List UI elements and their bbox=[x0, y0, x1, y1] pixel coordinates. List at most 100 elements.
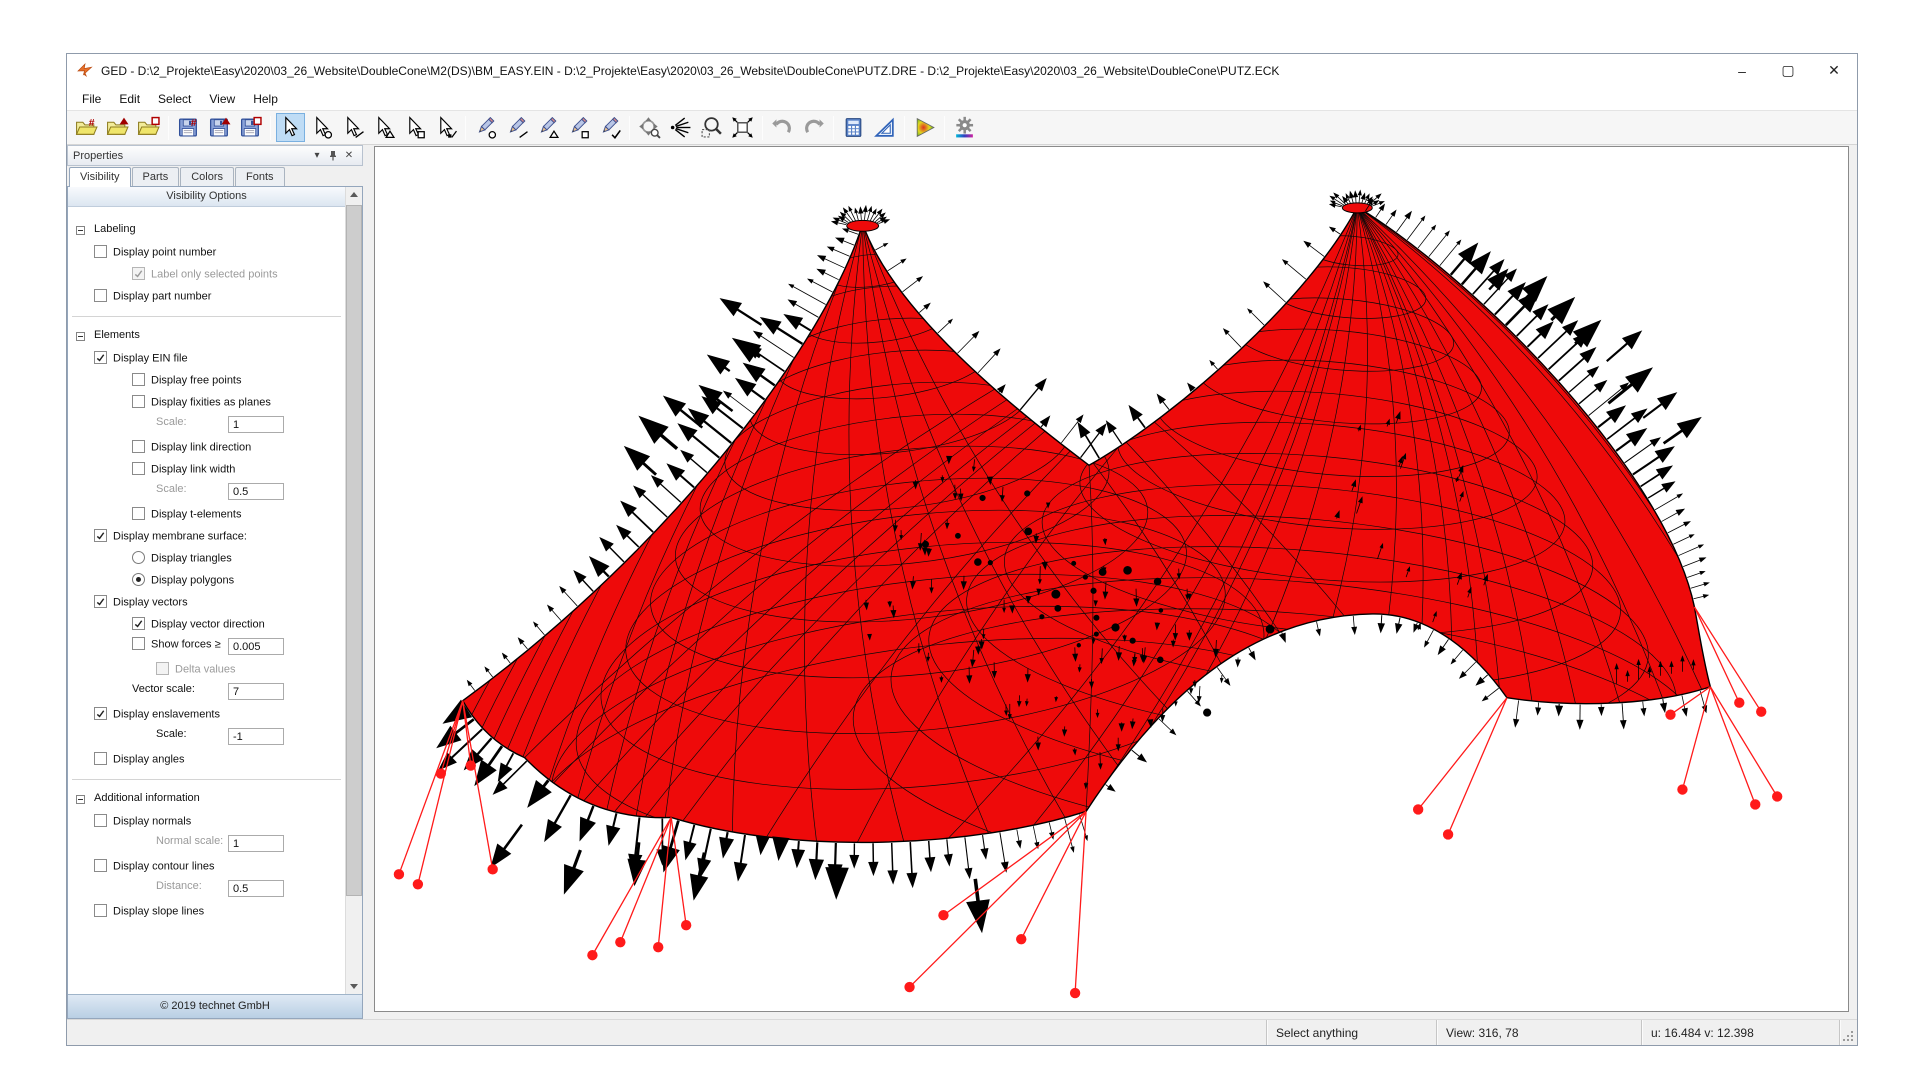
display-enslavements-checkbox[interactable] bbox=[94, 707, 107, 720]
display-free-points-checkbox[interactable] bbox=[132, 373, 145, 386]
option-label: Display angles bbox=[113, 754, 185, 766]
show-forces-checkbox[interactable] bbox=[132, 637, 145, 650]
maximize-button[interactable]: ▢ bbox=[1765, 54, 1811, 87]
viewport-canvas[interactable] bbox=[374, 146, 1849, 1012]
vector-scale-input[interactable] bbox=[228, 683, 284, 700]
select-t-elements-button[interactable] bbox=[431, 113, 460, 142]
display-normals-checkbox[interactable] bbox=[94, 814, 107, 827]
select-tool-button[interactable] bbox=[276, 113, 305, 142]
collapse-icon[interactable] bbox=[76, 795, 85, 804]
tab-parts[interactable]: Parts bbox=[132, 167, 180, 186]
open-ein-file-button[interactable]: # bbox=[72, 113, 101, 142]
display-contour-lines-checkbox[interactable] bbox=[94, 859, 107, 872]
display-point-number-checkbox[interactable] bbox=[94, 245, 107, 258]
menu-view[interactable]: View bbox=[200, 89, 244, 109]
draw-t-element-button[interactable] bbox=[595, 113, 624, 142]
menu-help[interactable]: Help bbox=[244, 89, 287, 109]
collapse-icon[interactable] bbox=[76, 332, 85, 341]
menu-edit[interactable]: Edit bbox=[110, 89, 149, 109]
draw-triangle-button[interactable] bbox=[533, 113, 562, 142]
menu-select[interactable]: Select bbox=[149, 89, 200, 109]
select-links-button[interactable] bbox=[338, 113, 367, 142]
row-distance: Distance: bbox=[68, 880, 345, 900]
pencil-icon bbox=[474, 116, 497, 139]
delta-values-checkbox[interactable] bbox=[156, 662, 169, 675]
scroll-up-icon[interactable] bbox=[346, 187, 362, 203]
panel-dropdown-icon[interactable]: ▾ bbox=[309, 148, 325, 164]
measure-button[interactable] bbox=[870, 113, 899, 142]
select-points-button[interactable] bbox=[307, 113, 336, 142]
row-display-link-direction: Display link direction bbox=[68, 441, 345, 458]
display-polygons-radio[interactable] bbox=[132, 573, 145, 586]
panel-pin-icon[interactable] bbox=[325, 148, 341, 164]
scale-input[interactable] bbox=[228, 483, 284, 500]
minimize-button[interactable]: – bbox=[1719, 54, 1765, 87]
close-button[interactable]: ✕ bbox=[1811, 54, 1857, 87]
save-dre-file-button[interactable] bbox=[205, 113, 234, 142]
scroll-down-icon[interactable] bbox=[346, 978, 362, 994]
undo-button[interactable] bbox=[768, 113, 797, 142]
display-ein-file-checkbox[interactable] bbox=[94, 351, 107, 364]
cursor-icon bbox=[341, 116, 364, 139]
select-triangles-button[interactable] bbox=[369, 113, 398, 142]
display-vector-direction-checkbox[interactable] bbox=[132, 617, 145, 630]
row-display-triangles: Display triangles bbox=[68, 552, 345, 569]
easy-compute-button[interactable] bbox=[910, 113, 939, 142]
row-display-fixities-as-planes: Display fixities as planes bbox=[68, 396, 345, 413]
toolbar: ## bbox=[67, 111, 1857, 145]
display-angles-checkbox[interactable] bbox=[94, 752, 107, 765]
scale-input[interactable] bbox=[228, 416, 284, 433]
select-polygons-button[interactable] bbox=[400, 113, 429, 142]
toolbar-separator bbox=[465, 116, 466, 140]
normal-scale-input[interactable] bbox=[228, 835, 284, 852]
panel-close-icon[interactable]: ✕ bbox=[341, 148, 357, 164]
show-forces-input[interactable] bbox=[228, 638, 284, 655]
resize-grip[interactable] bbox=[1839, 1020, 1857, 1045]
panel-scrollbar[interactable] bbox=[345, 187, 362, 994]
zoom-window-button[interactable] bbox=[697, 113, 726, 142]
open-dre-file-button[interactable] bbox=[103, 113, 132, 142]
collapse-icon[interactable] bbox=[76, 226, 85, 235]
draw-point-button[interactable] bbox=[471, 113, 500, 142]
status-uv-coords: u: 16.484 v: 12.398 bbox=[1641, 1020, 1839, 1045]
row-display-free-points: Display free points bbox=[68, 374, 345, 391]
display-vectors-checkbox[interactable] bbox=[94, 595, 107, 608]
display-membrane-surface-checkbox[interactable] bbox=[94, 529, 107, 542]
display-fixities-as-planes-checkbox[interactable] bbox=[132, 395, 145, 408]
scale-input[interactable] bbox=[228, 728, 284, 745]
draw-link-button[interactable] bbox=[502, 113, 531, 142]
toolbar-separator bbox=[762, 116, 763, 140]
section-label: Elements bbox=[94, 329, 140, 341]
section-divider bbox=[72, 779, 341, 780]
row-display-enslavements: Display enslavements bbox=[68, 708, 345, 725]
tab-fonts[interactable]: Fonts bbox=[235, 167, 285, 186]
display-link-direction-checkbox[interactable] bbox=[132, 440, 145, 453]
tab-colors[interactable]: Colors bbox=[180, 167, 234, 186]
cursor-icon bbox=[310, 116, 333, 139]
option-label: Display vector direction bbox=[151, 619, 265, 631]
display-part-number-checkbox[interactable] bbox=[94, 289, 107, 302]
distance-input[interactable] bbox=[228, 880, 284, 897]
open-eck-file-button[interactable] bbox=[134, 113, 163, 142]
calculator-button[interactable] bbox=[839, 113, 868, 142]
menu-file[interactable]: File bbox=[73, 89, 110, 109]
status-hint: Select anything bbox=[1266, 1020, 1436, 1045]
orbit-view-button[interactable] bbox=[635, 113, 664, 142]
zoomwin-icon bbox=[700, 116, 723, 139]
redo-button[interactable] bbox=[799, 113, 828, 142]
center-view-button[interactable] bbox=[666, 113, 695, 142]
settings-button[interactable] bbox=[950, 113, 979, 142]
display-triangles-radio[interactable] bbox=[132, 551, 145, 564]
pencil-icon bbox=[598, 116, 621, 139]
label-only-selected-points-checkbox[interactable] bbox=[132, 267, 145, 280]
zoom-extents-button[interactable] bbox=[728, 113, 757, 142]
display-link-width-checkbox[interactable] bbox=[132, 462, 145, 475]
save-ein-file-button[interactable]: # bbox=[174, 113, 203, 142]
scrollbar-thumb[interactable] bbox=[346, 205, 362, 896]
display-slope-lines-checkbox[interactable] bbox=[94, 904, 107, 917]
save-eck-file-button[interactable] bbox=[236, 113, 265, 142]
draw-polygon-button[interactable] bbox=[564, 113, 593, 142]
display-t-elements-checkbox[interactable] bbox=[132, 507, 145, 520]
tab-visibility[interactable]: Visibility bbox=[69, 167, 131, 187]
visibility-options-header: Visibility Options bbox=[68, 187, 345, 207]
